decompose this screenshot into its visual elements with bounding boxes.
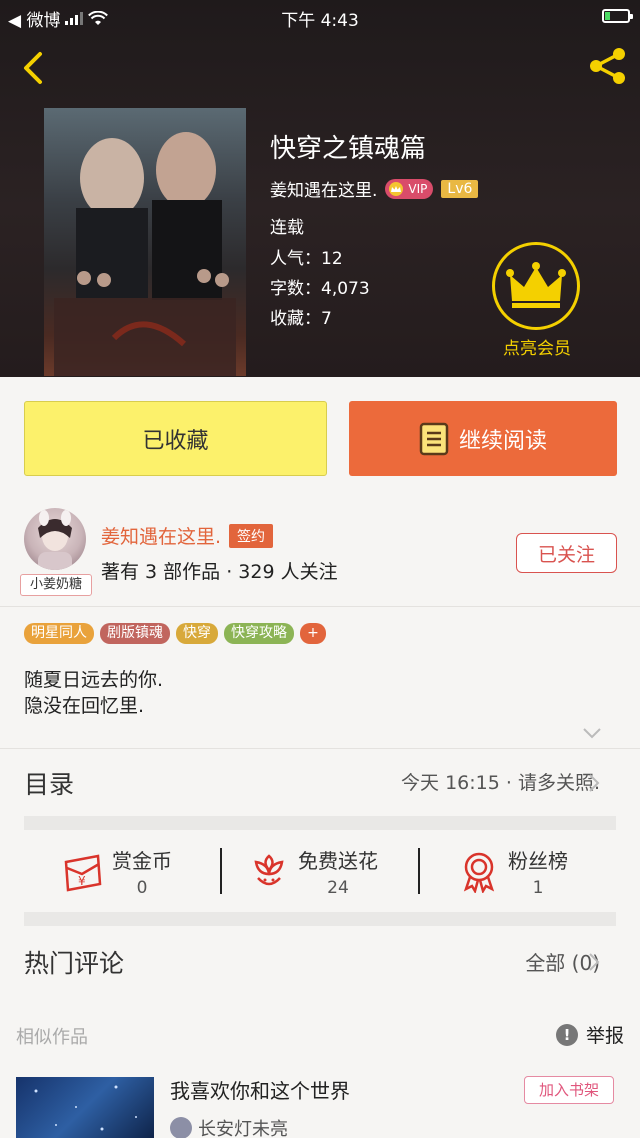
book-header: ◀ 微博 下午 4:43 快穿之镇魂篇 姜知遇在这里. VIP Lv6 连载 人… — [0, 0, 640, 377]
crown-circle — [492, 242, 580, 330]
share-icon[interactable] — [586, 44, 630, 88]
continue-reading-button[interactable]: 继续阅读 — [349, 401, 617, 476]
flowers-text: 免费送花 24 — [298, 845, 378, 898]
reward-coins-button[interactable]: ¥ 赏金币 0 — [62, 845, 172, 898]
book-popularity: 人气：12 — [270, 249, 343, 269]
report-button[interactable]: ! 举报 — [555, 1021, 624, 1048]
fan-ranking-button[interactable]: 粉丝榜 1 — [460, 845, 568, 898]
similar-book-title[interactable]: 我喜欢你和这个世界 — [170, 1075, 350, 1104]
member-label: 点亮会员 — [503, 339, 571, 359]
status-bar: ◀ 微博 下午 4:43 — [0, 0, 640, 36]
similar-book-author: 长安灯未亮 — [198, 1119, 288, 1138]
book-favorites: 收藏：7 — [270, 309, 332, 329]
favorited-label: 已收藏 — [142, 428, 209, 454]
book-status: 连载 — [270, 218, 304, 238]
continue-reading-label: 继续阅读 — [458, 428, 547, 454]
flowers-value: 24 — [327, 878, 349, 898]
add-tag-button[interactable]: + — [300, 623, 326, 644]
tag-item[interactable]: 快穿攻略 — [224, 623, 294, 644]
similar-book-author-row: 长安灯未亮 — [170, 1115, 288, 1138]
description-line: 隐没在回忆里. — [24, 695, 145, 717]
author-name-row: 姜知遇在这里. 签约 — [101, 522, 274, 549]
vertical-divider — [418, 848, 420, 894]
back-chevron-icon[interactable] — [14, 48, 54, 88]
follow-button[interactable]: 已关注 — [516, 533, 617, 573]
fans-text: 粉丝榜 1 — [508, 845, 568, 898]
description-line: 随夏日远去的你. — [24, 669, 164, 691]
flowers-label: 免费送花 — [298, 849, 378, 873]
vip-badge: VIP — [385, 178, 434, 199]
vip-label: VIP — [408, 181, 428, 196]
report-label: 举报 — [585, 1025, 624, 1047]
toc-label[interactable]: 目录 — [24, 765, 74, 801]
similar-author-avatar — [170, 1117, 192, 1138]
vertical-divider — [220, 848, 222, 894]
section-band — [24, 816, 616, 830]
reward-text: 赏金币 0 — [112, 845, 172, 898]
reward-value: 0 — [136, 878, 148, 898]
tag-item[interactable]: 明星同人 — [24, 623, 94, 644]
level-badge: Lv6 — [441, 179, 479, 198]
add-to-shelf-button[interactable]: 加入书架 — [524, 1076, 614, 1104]
chevron-right-icon — [589, 774, 600, 792]
similar-book-cover[interactable] — [16, 1077, 154, 1138]
expand-chevron-icon[interactable] — [582, 726, 602, 740]
author-avatar[interactable] — [24, 508, 86, 570]
vip-crown-icon — [389, 181, 404, 196]
reward-label: 赏金币 — [112, 849, 172, 873]
author-stats: 著有 3 部作品 · 329 人关注 — [101, 561, 338, 583]
battery-icon — [602, 9, 633, 23]
red-envelope-icon: ¥ — [64, 854, 102, 891]
toc-latest-chapter[interactable]: 今天 16:15 · 请多关照. — [401, 768, 600, 795]
author-name[interactable]: 姜知遇在这里. — [101, 522, 221, 549]
book-word-count: 字数：4,073 — [270, 279, 370, 299]
crown-icon — [506, 262, 566, 308]
svg-text:¥: ¥ — [78, 874, 86, 888]
similar-works-label: 相似作品 — [16, 1027, 88, 1048]
book-icon — [419, 422, 449, 455]
author-line: 姜知遇在这里. VIP Lv6 — [270, 176, 479, 201]
avatar-nickname-tag: 小姜奶糖 — [20, 574, 92, 596]
tag-item[interactable]: 剧版镇魂 — [100, 623, 170, 644]
divider — [0, 606, 640, 607]
warning-icon: ! — [555, 1023, 578, 1046]
favorited-button[interactable]: 已收藏 — [24, 401, 327, 476]
fans-label: 粉丝榜 — [508, 849, 568, 873]
fans-value: 1 — [532, 878, 544, 898]
flower-icon — [254, 853, 284, 885]
book-author[interactable]: 姜知遇在这里. — [270, 176, 377, 201]
status-time: 下午 4:43 — [281, 11, 359, 31]
book-description: 随夏日远去的你. 隐没在回忆里. — [24, 667, 163, 719]
book-title: 快穿之镇魂篇 — [270, 134, 427, 164]
hot-comments-label: 热门评论 — [24, 949, 125, 978]
tag-item[interactable]: 快穿 — [176, 623, 218, 644]
member-button[interactable]: 点亮会员 — [492, 242, 582, 359]
medal-icon — [463, 852, 495, 893]
book-cover-image[interactable] — [44, 108, 246, 376]
signed-badge: 签约 — [229, 523, 274, 548]
free-flowers-button[interactable]: 免费送花 24 — [250, 845, 378, 898]
tag-list: 明星同人 剧版镇魂 快穿 快穿攻略 + — [24, 623, 326, 644]
divider — [0, 748, 640, 749]
section-band — [24, 912, 616, 926]
chevron-right-icon — [589, 953, 600, 971]
